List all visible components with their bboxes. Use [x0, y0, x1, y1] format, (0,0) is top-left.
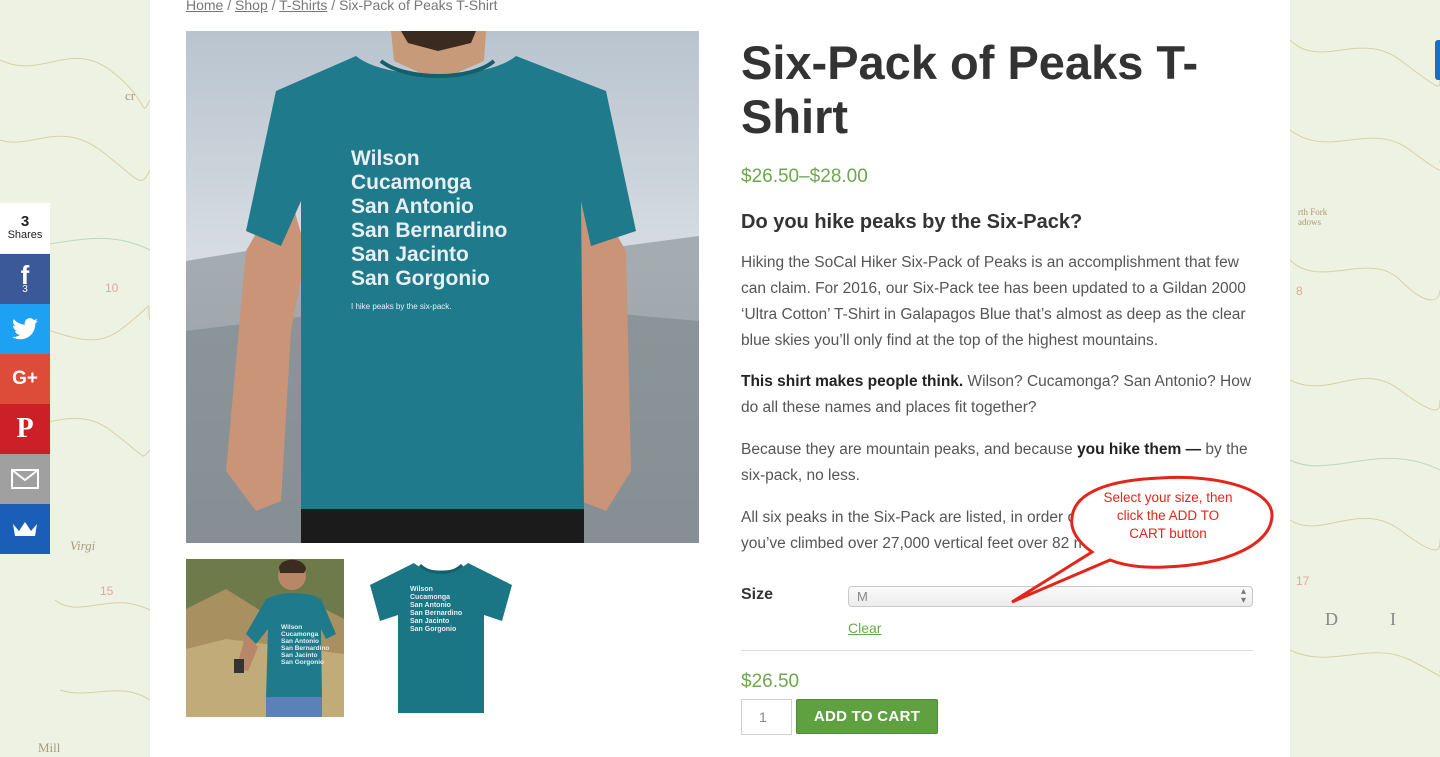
- email-icon: [11, 469, 39, 489]
- shirt-print-peak: Cucamonga: [281, 631, 319, 638]
- svg-text:cr: cr: [125, 88, 136, 103]
- shirt-print-peak: San Jacinto: [281, 652, 318, 659]
- twitter-share-button[interactable]: [0, 304, 50, 354]
- sumome-crown-icon: [13, 522, 37, 536]
- google-plus-share-button[interactable]: G+: [0, 354, 50, 404]
- shirt-print-peak: San Antonio: [281, 638, 319, 645]
- thumbnail-hiker[interactable]: Wilson Cucamonga San Antonio San Bernard…: [186, 559, 344, 717]
- svg-text:D: D: [1325, 609, 1338, 629]
- shirt-print-peak: Wilson: [410, 586, 433, 593]
- shirt-print-peak: San Gorgonio: [281, 659, 324, 666]
- price-range: $26.50–$28.00: [741, 166, 868, 187]
- shirt-print-peak: Cucamonga: [410, 594, 450, 601]
- twitter-icon: [12, 318, 38, 340]
- clear-selection-link[interactable]: Clear: [848, 620, 881, 636]
- shirt-print-peak: San Bernardino: [351, 219, 507, 242]
- description-heading: Do you hike peaks by the Six-Pack?: [741, 211, 1083, 233]
- description-paragraph: This shirt makes people think. Wilson? C…: [741, 369, 1257, 421]
- shirt-print-peak: San Bernardino: [281, 645, 329, 652]
- pinterest-icon: P: [16, 413, 34, 444]
- paragraph-text: Because they are mountain peaks, and bec…: [741, 441, 1078, 458]
- main-product-image[interactable]: Wilson Cucamonga San Antonio San Bernard…: [186, 31, 699, 543]
- shirt-print-peak: San Jacinto: [351, 243, 469, 266]
- shirt-print-tagline: I hike peaks by the six-pack.: [351, 302, 452, 311]
- breadcrumb-separator: /: [267, 0, 280, 13]
- size-select-value: M: [857, 589, 868, 604]
- emphasis-text: This shirt makes people think.: [741, 373, 964, 390]
- svg-text:Virgi: Virgi: [70, 538, 96, 553]
- quantity-input[interactable]: 1: [741, 699, 792, 735]
- product-title: Six-Pack of Peaks T-Shirt: [741, 36, 1199, 143]
- breadcrumb-tshirts-link[interactable]: T-Shirts: [279, 0, 327, 13]
- shirt-print-peak: San Antonio: [351, 195, 474, 218]
- svg-text:rth Fork: rth Fork: [1298, 207, 1328, 217]
- shirt-print-peak: Wilson: [351, 147, 420, 170]
- facebook-share-count: 3: [22, 284, 28, 295]
- facebook-share-button[interactable]: f 3: [0, 254, 50, 304]
- breadcrumb-home-link[interactable]: Home: [186, 0, 223, 13]
- shirt-print-peak: San Gorgonio: [410, 626, 456, 633]
- add-to-cart-button[interactable]: ADD TO CART: [796, 699, 938, 734]
- breadcrumb-separator: /: [223, 0, 236, 13]
- variation-price: $26.50: [741, 671, 800, 692]
- sumome-share-button[interactable]: [0, 504, 50, 554]
- google-plus-icon: G+: [12, 368, 38, 389]
- breadcrumb-shop-link[interactable]: Shop: [235, 0, 268, 13]
- thumbnail-flat-shirt[interactable]: Wilson Cucamonga San Antonio San Bernard…: [362, 559, 520, 717]
- description-paragraph: Hiking the SoCal Hiker Six-Pack of Peaks…: [741, 254, 1246, 349]
- svg-text:I: I: [1390, 609, 1396, 629]
- product-page: Home / Shop / T-Shirts / Six-Pack of Pea…: [150, 0, 1290, 757]
- svg-text:17: 17: [1296, 574, 1310, 588]
- size-label: Size: [741, 586, 774, 603]
- shirt-print-peak: San Jacinto: [410, 618, 449, 625]
- shirt-print-peak: San Antonio: [410, 602, 451, 609]
- pinterest-share-button[interactable]: P: [0, 404, 50, 454]
- svg-text:8: 8: [1296, 284, 1303, 298]
- share-count: 3 Shares: [0, 203, 50, 253]
- svg-text:adows: adows: [1298, 217, 1321, 227]
- shirt-print-peak: San Bernardino: [410, 610, 462, 617]
- breadcrumb: Home / Shop / T-Shirts / Six-Pack of Pea…: [186, 0, 498, 13]
- share-total-label: Shares: [7, 229, 43, 241]
- svg-text:Mill: Mill: [38, 740, 61, 755]
- svg-text:10: 10: [105, 281, 119, 295]
- callout-text: Select your size, then click the ADD TO …: [1103, 490, 1233, 541]
- email-share-button[interactable]: [0, 454, 50, 504]
- svg-text:15: 15: [100, 584, 114, 598]
- edge-scroll-tab[interactable]: [1435, 40, 1440, 80]
- breadcrumb-current: Six-Pack of Peaks T-Shirt: [339, 0, 498, 13]
- breadcrumb-separator: /: [327, 0, 340, 13]
- shirt-print-peak: Cucamonga: [351, 171, 472, 194]
- divider: [741, 650, 1253, 651]
- share-total: 3: [20, 213, 30, 230]
- shirt-print-peak: Wilson: [281, 624, 302, 631]
- shirt-print-peak: San Gorgonio: [351, 267, 490, 290]
- emphasis-text: you hike them —: [1077, 441, 1202, 458]
